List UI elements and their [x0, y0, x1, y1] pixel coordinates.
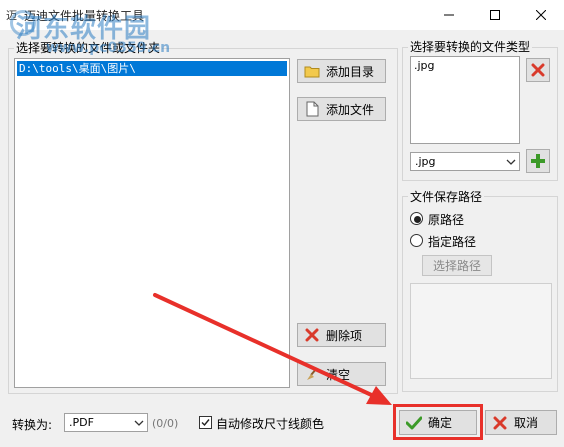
watermark-url: www.pc0359.cn	[46, 40, 171, 56]
annotation-arrow	[153, 293, 392, 405]
